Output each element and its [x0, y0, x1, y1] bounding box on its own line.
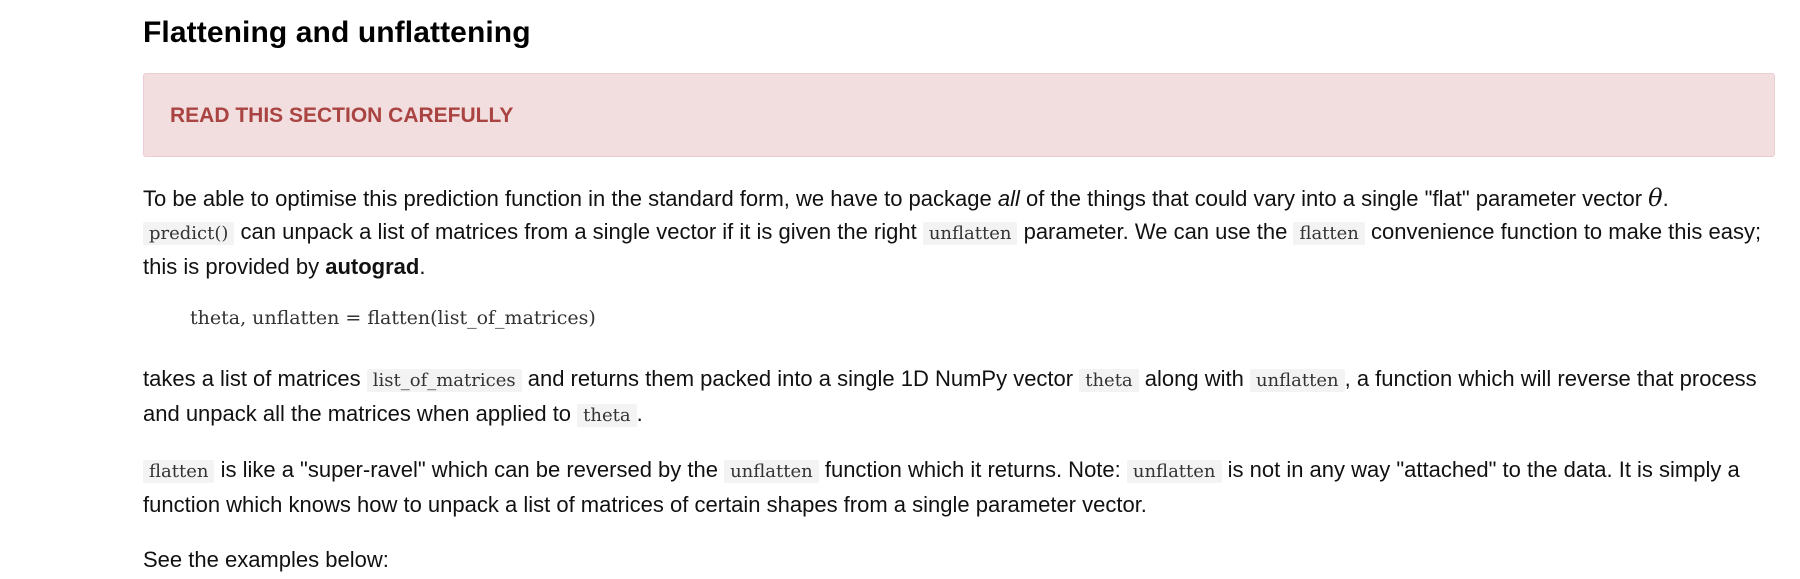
inline-code-unflatten: unflatten [1126, 460, 1222, 483]
alert-box: READ THIS SECTION CAREFULLY [143, 73, 1775, 157]
inline-code-flatten: flatten [1293, 222, 1365, 245]
inline-code-unflatten: unflatten [1249, 369, 1345, 392]
text-span: and returns them packed into a single 1D… [521, 366, 1080, 391]
text-span: . [1662, 186, 1669, 211]
theta-symbol: θ [1648, 184, 1663, 212]
text-span: along with [1138, 366, 1250, 391]
paragraph-4: See the examples below: [143, 547, 389, 572]
text-span: function which it returns. Note: [818, 457, 1127, 482]
text-span: parameter. We can use the [1017, 219, 1294, 244]
text-span: can unpack a list of matrices from a sin… [234, 219, 923, 244]
inline-code-list-of-matrices: list_of_matrices [366, 369, 522, 392]
inline-code-flatten: flatten [143, 460, 215, 483]
alert-text: READ THIS SECTION CAREFULLY [170, 104, 514, 127]
inline-code-theta: theta [577, 404, 637, 427]
paragraph-1: To be able to optimise this prediction f… [143, 182, 1779, 283]
text-span: is like a "super-ravel" which can be rev… [214, 457, 725, 482]
inline-code-unflatten: unflatten [724, 460, 819, 483]
section-title: Flattening and unflattening [143, 16, 531, 49]
text-span: . [419, 254, 426, 279]
paragraph-2: takes a list of matrices list_of_matrice… [143, 362, 1779, 432]
bold-autograd: autograd [325, 254, 420, 279]
text-span: takes a list of matrices [143, 366, 367, 391]
inline-code-predict: predict() [143, 222, 235, 245]
inline-code-theta: theta [1079, 369, 1139, 392]
text-span: . [636, 401, 643, 426]
code-block: theta, unflatten = flatten(list_of_matri… [190, 307, 596, 329]
emphasis: all [997, 186, 1020, 211]
paragraph-3: flatten is like a "super-ravel" which ca… [143, 453, 1779, 521]
text-span: of the things that could vary into a sin… [1019, 186, 1649, 211]
inline-code-unflatten: unflatten [922, 222, 1018, 245]
text-span: To be able to optimise this prediction f… [143, 186, 998, 211]
